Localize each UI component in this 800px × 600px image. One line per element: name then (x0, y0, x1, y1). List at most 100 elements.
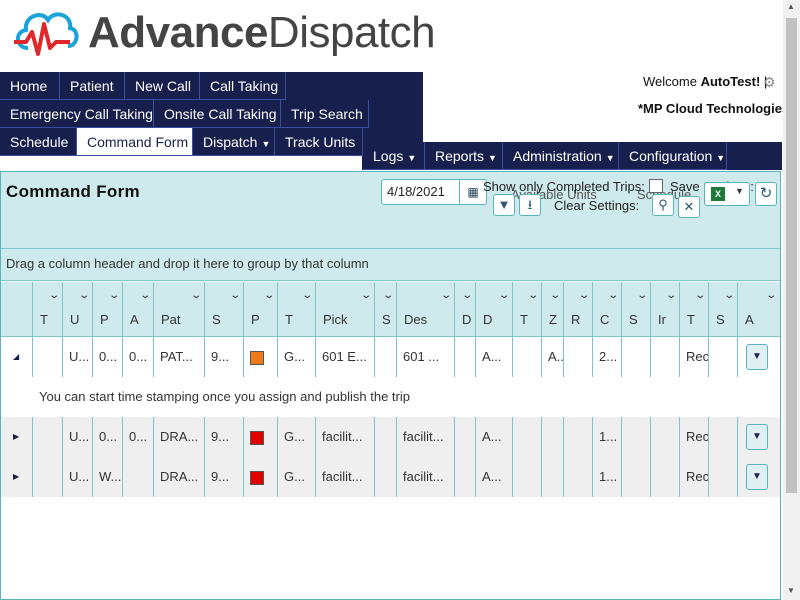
expand-row-icon[interactable]: ▶ (13, 417, 19, 457)
filter-icon[interactable]: ▼ (493, 194, 515, 216)
chevron-down-icon[interactable]: ⌄ (665, 290, 677, 301)
status-color-swatch (250, 470, 264, 485)
column-header[interactable]: ⌄ S (708, 282, 737, 336)
column-header[interactable]: ⌄ T (32, 282, 62, 336)
clear-icon[interactable]: ✕ (678, 196, 700, 218)
table-cell (243, 457, 277, 497)
column-header[interactable]: ⌄ P (243, 282, 277, 336)
chevron-down-icon[interactable]: ⌄ (723, 290, 735, 301)
calendar-icon[interactable]: ▦ (459, 180, 486, 204)
chevron-down-icon[interactable]: ⌄ (694, 290, 706, 301)
chevron-down-icon[interactable]: ⌄ (139, 290, 151, 301)
chevron-down-icon[interactable]: ⌄ (108, 290, 120, 301)
chevron-down-icon[interactable]: ⌄ (263, 290, 275, 301)
table-cell (541, 417, 563, 457)
nav-patient[interactable]: Patient (60, 72, 125, 100)
chevron-down-icon[interactable]: ⌄ (607, 290, 619, 301)
chevron-down-icon[interactable]: ⌄ (48, 290, 60, 301)
column-header[interactable]: ⌄ P (92, 282, 122, 336)
scrollbar-thumb[interactable] (786, 18, 797, 493)
table-cell: 0... (92, 417, 122, 457)
chevron-down-icon[interactable]: ⌄ (636, 290, 648, 301)
export-excel-button[interactable]: X ▼ (704, 182, 750, 206)
column-header[interactable]: ⌄ S (204, 282, 243, 336)
nav-reports[interactable]: Reports ▼ (425, 142, 503, 170)
column-header-label: C (600, 312, 610, 327)
table-row[interactable]: ▶ U... 0... 0... DRA... 9... G... facilit... fac… (1, 417, 780, 457)
column-header[interactable]: ⌄ U (62, 282, 92, 336)
show-completed-label: Show only Completed Trips: (483, 179, 645, 194)
chevron-down-icon[interactable]: ⌄ (360, 290, 372, 301)
column-header[interactable]: ⌄ S (374, 282, 396, 336)
nav-administration[interactable]: Administration ▼ (503, 142, 619, 170)
download-icon[interactable]: ⭳ (519, 194, 541, 216)
nav-onsite-call-taking[interactable]: Onsite Call Taking (154, 100, 281, 128)
table-cell (650, 417, 679, 457)
gear-icon[interactable]: ⚙ (763, 74, 776, 91)
column-header[interactable]: ⌄ A (737, 282, 779, 336)
chevron-down-icon[interactable]: ⌄ (301, 290, 313, 301)
column-header[interactable]: ⌄ Ir (650, 282, 679, 336)
column-header[interactable]: ⌄ A (122, 282, 153, 336)
nav-call-taking[interactable]: Call Taking (200, 72, 286, 100)
nav-trip-search[interactable]: Trip Search (281, 100, 369, 128)
chevron-down-icon[interactable]: ⌄ (498, 290, 510, 301)
nav-new-call[interactable]: New Call (125, 72, 200, 100)
chevron-down-icon[interactable]: ⌄ (440, 290, 452, 301)
group-by-bar[interactable]: Drag a column header and drop it here to… (1, 249, 780, 281)
row-actions-dropdown[interactable]: ▼ (746, 464, 768, 490)
column-header[interactable]: ⌄ Pat (153, 282, 204, 336)
scroll-up-icon[interactable]: ▲ (787, 2, 795, 11)
nav-dispatch[interactable]: Dispatch ▼ (193, 128, 275, 156)
column-header[interactable]: ⌄ R (563, 282, 592, 336)
refresh-icon[interactable]: ↻ (755, 182, 777, 206)
column-header[interactable]: ⌄ T (512, 282, 541, 336)
cloud-heartbeat-icon (14, 12, 79, 56)
chevron-down-icon[interactable]: ⌄ (527, 290, 539, 301)
column-header-label: U (70, 312, 80, 327)
column-header[interactable]: ⌄ T (277, 282, 315, 336)
table-cell (512, 417, 541, 457)
chevron-down-icon[interactable]: ⌄ (382, 290, 394, 301)
collapse-row-icon[interactable]: ◢ (13, 337, 19, 377)
date-field[interactable]: 4/18/2021 ▦ (381, 179, 487, 205)
chevron-down-icon[interactable]: ⌄ (461, 290, 473, 301)
table-row[interactable]: ▶ U... W... DRA... 9... G... facilit... facilit… (1, 457, 780, 497)
nav-schedule[interactable]: Schedule (0, 128, 77, 156)
scroll-down-icon[interactable]: ▼ (787, 586, 795, 595)
column-header-label: T (40, 312, 48, 327)
chevron-down-icon[interactable]: ⌄ (765, 290, 777, 301)
table-cell (541, 457, 563, 497)
column-header[interactable]: ⌄ D (454, 282, 475, 336)
chevron-down-icon[interactable]: ⌄ (229, 290, 241, 301)
expand-row-icon[interactable]: ▶ (13, 457, 19, 497)
row-actions-dropdown[interactable]: ▼ (746, 344, 768, 370)
nav-logs[interactable]: Logs ▼ (363, 142, 425, 170)
column-header-label: D (462, 312, 472, 327)
status-color-swatch (250, 350, 264, 365)
nav-track-units[interactable]: Track Units (275, 128, 363, 156)
column-header[interactable]: ⌄ D (475, 282, 512, 336)
nav-home[interactable]: Home (0, 72, 60, 100)
nav-command-form[interactable]: Command Form (77, 128, 193, 156)
nav-configuration[interactable]: Configuration ▼ (619, 142, 727, 170)
column-header[interactable]: ⌄ Z (541, 282, 563, 336)
chevron-down-icon[interactable]: ⌄ (190, 290, 202, 301)
column-header[interactable]: ⌄ C (592, 282, 621, 336)
pin-icon[interactable]: ⚲ (652, 194, 674, 216)
table-cell: 9... (204, 337, 243, 377)
column-header-label: R (571, 312, 581, 327)
table-cell (512, 337, 541, 377)
chevron-down-icon[interactable]: ⌄ (578, 290, 590, 301)
column-header[interactable]: ⌄ Pick (315, 282, 374, 336)
show-completed-checkbox[interactable] (649, 179, 663, 193)
page-scrollbar[interactable]: ▲ ▼ (783, 0, 800, 600)
nav-emergency-call-taking[interactable]: Emergency Call Taking (0, 100, 154, 128)
table-row[interactable]: ◢ U... 0... 0... PAT... 9... G... 601 E... 601 .… (1, 337, 780, 377)
row-actions-dropdown[interactable]: ▼ (746, 424, 768, 450)
chevron-down-icon[interactable]: ⌄ (549, 290, 561, 301)
chevron-down-icon[interactable]: ⌄ (78, 290, 90, 301)
column-header[interactable]: ⌄ S (621, 282, 650, 336)
column-header[interactable]: ⌄ Des (396, 282, 454, 336)
column-header[interactable]: ⌄ T (679, 282, 708, 336)
